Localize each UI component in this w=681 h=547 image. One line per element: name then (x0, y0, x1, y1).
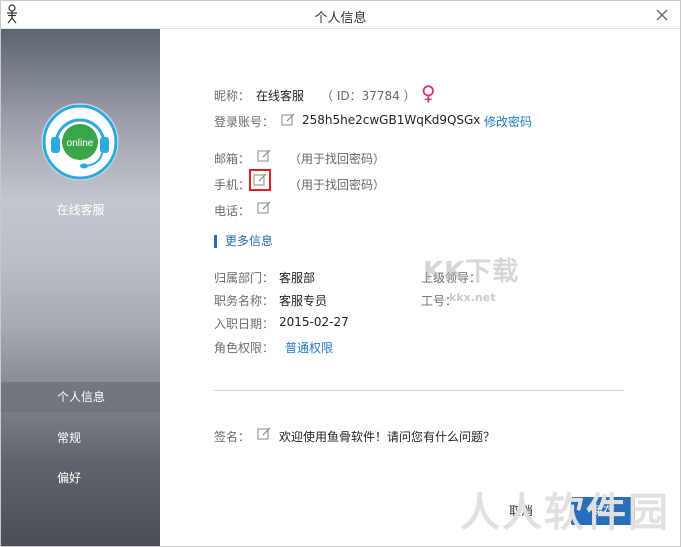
login-account-value: 258h5he2cwGB1WqKd9QSGx (302, 113, 481, 127)
edit-email-icon[interactable] (257, 149, 271, 163)
login-account-label: 登录账号： (214, 115, 275, 129)
join-date-label: 入职日期： (214, 317, 275, 331)
role-value-link[interactable]: 普通权限 (285, 339, 333, 356)
avatar[interactable]: online (42, 104, 118, 180)
sidebar-item-general[interactable]: 常规 (1, 423, 160, 453)
profile-window: 个人信息 online 在线客服 个人信息 常规 偏好 昵称： 在线客服 （ I… (0, 0, 681, 547)
join-date-value: 2015-02-27 (279, 315, 349, 329)
close-button[interactable] (652, 5, 672, 25)
role-label: 角色权限： (214, 341, 275, 355)
email-label: 邮箱： (214, 152, 251, 166)
nickname-label: 昵称： (214, 89, 251, 103)
phone-label: 手机： (214, 178, 251, 192)
close-icon (656, 9, 668, 21)
edit-phone-icon[interactable] (253, 173, 267, 187)
edit-icon[interactable] (281, 113, 295, 127)
edit-telephone-icon[interactable] (257, 201, 271, 215)
sidebar-item-preferences[interactable]: 偏好 (1, 463, 160, 493)
more-info-title[interactable]: 更多信息 (214, 235, 273, 248)
change-password-link[interactable]: 修改密码 (484, 113, 532, 130)
phone-hint: （用于找回密码） (289, 178, 386, 192)
job-title-value: 客服专员 (279, 294, 328, 308)
title-bar: 个人信息 (1, 1, 680, 29)
watermark-site: 人人软件园 (460, 490, 670, 536)
nickname-value: 在线客服 (256, 89, 305, 103)
sidebar-item-label: 个人信息 (57, 390, 106, 404)
divider (214, 390, 624, 391)
sidebar-item-profile[interactable]: 个人信息 (1, 382, 160, 412)
signature-value[interactable]: 欢迎使用鱼骨软件！请问您有什么问题？ (279, 428, 495, 445)
telephone-label: 电话： (214, 204, 251, 218)
job-title-label: 职务名称： (214, 294, 275, 308)
email-hint: （用于找回密码） (289, 152, 386, 166)
edit-signature-icon[interactable] (257, 427, 271, 441)
sidebar-username: 在线客服 (56, 203, 105, 217)
user-id: （ ID：37784 ） (321, 89, 416, 103)
window-title: 个人信息 (314, 11, 367, 26)
sidebar-item-label: 常规 (57, 431, 82, 445)
female-gender-icon: ♀ (421, 81, 436, 105)
headset-avatar-icon: online (42, 104, 118, 180)
sidebar-item-label: 偏好 (57, 471, 82, 485)
department-label: 归属部门： (214, 271, 275, 285)
department-value: 客服部 (279, 271, 316, 285)
svg-text:online: online (67, 138, 94, 149)
sidebar: online 在线客服 个人信息 常规 偏好 (1, 29, 160, 546)
watermark-kk: KK下载 (423, 257, 520, 287)
watermark-url: kkx.net (449, 291, 496, 304)
profile-content: 昵称： 在线客服 （ ID：37784 ） ♀ 登录账号： 258h5he2cw… (161, 29, 680, 546)
signature-label: 签名： (214, 430, 251, 444)
